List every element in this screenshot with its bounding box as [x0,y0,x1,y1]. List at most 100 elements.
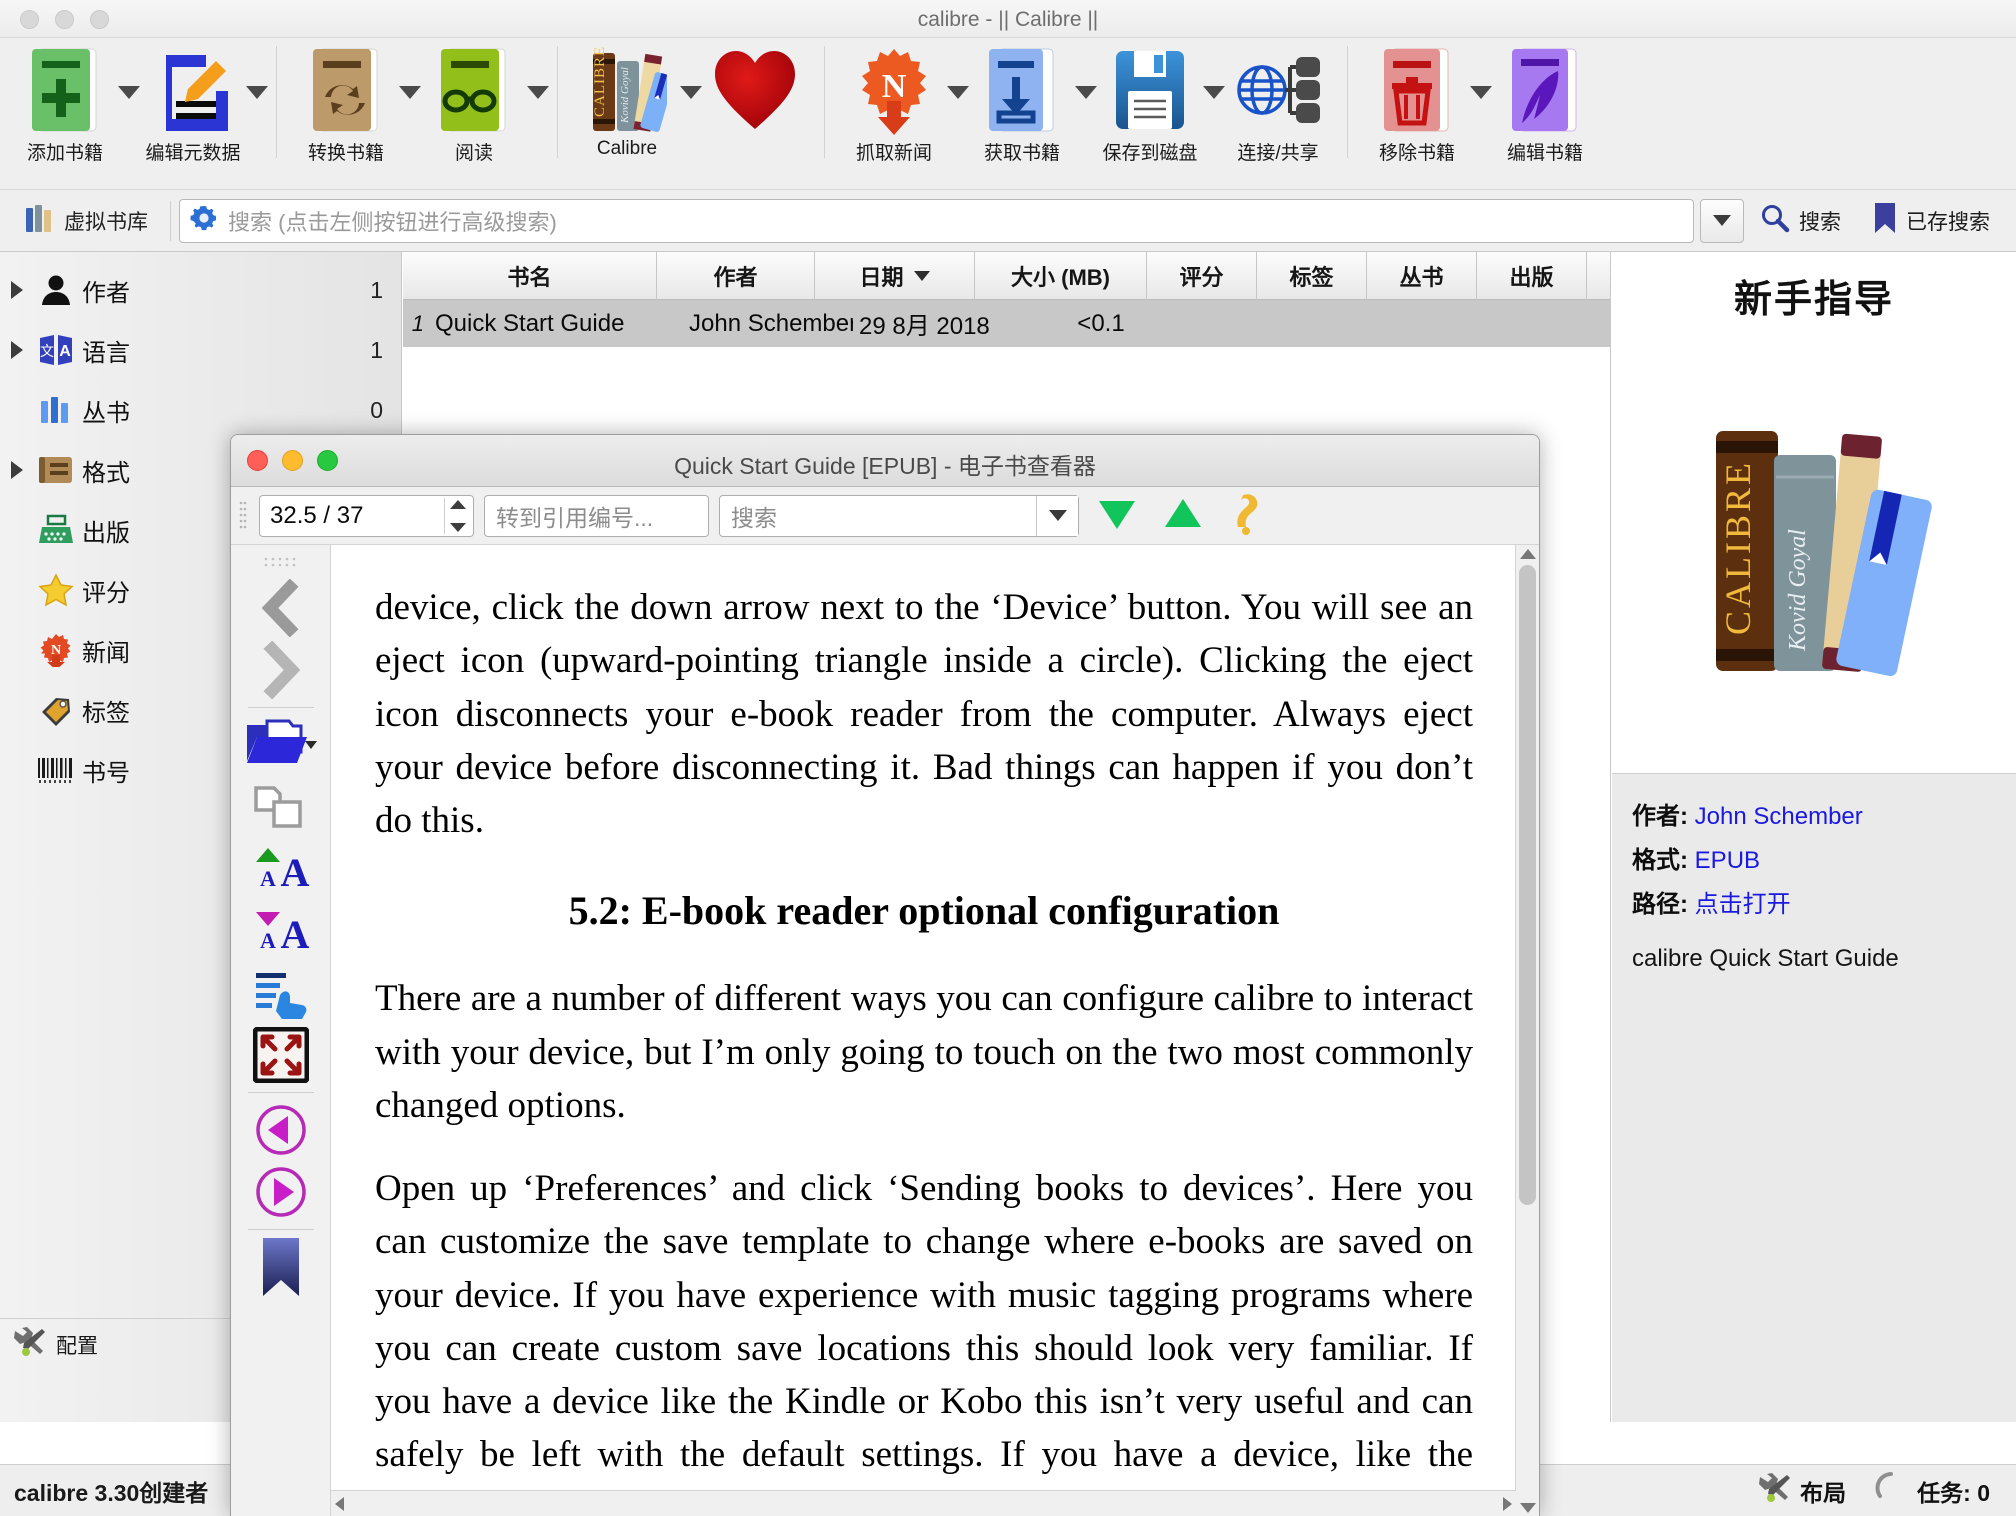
toolbar-donate[interactable] [698,38,812,138]
toolbar-edit-metadata[interactable]: 编辑元数据 [136,38,250,165]
horizontal-scrollbar[interactable] [331,1490,1516,1516]
detail-value-path[interactable]: 点击打开 [1695,891,1791,918]
goto-reference-input[interactable]: 转到引用编号... [484,494,709,537]
previous-section-button[interactable] [231,1099,331,1161]
gear-icon[interactable] [190,204,218,237]
virtual-library-button[interactable]: 虚拟书库 [10,202,162,239]
spin-up-icon[interactable] [449,499,466,509]
scroll-right-icon[interactable] [1503,1496,1512,1511]
column-header-size[interactable]: 大小 (MB) [975,252,1147,300]
author-icon [30,273,82,307]
viewer-search-input[interactable]: 搜索 [719,494,1079,537]
edit-metadata-dropdown-caret[interactable] [246,86,268,99]
toolbar-label: 阅读 [454,143,493,164]
bookmark-button[interactable] [231,1236,331,1298]
svg-text:N: N [882,68,907,105]
jobs-indicator[interactable]: 任务: 0 [1874,1471,1990,1510]
viewer-search-dropdown-button[interactable] [1036,495,1078,536]
ebook-content-area[interactable]: device, click the down arrow next to the… [331,545,1515,1516]
toolbar-fetch-news[interactable]: N 抓取新闻 [837,38,951,165]
toolbar-add-books[interactable]: 添加书籍 [8,38,122,165]
spinbox-arrows[interactable] [444,497,470,534]
expand-arrow-icon[interactable] [4,461,30,479]
svg-text:Kovid Goyal: Kovid Goyal [619,67,631,124]
search-history-dropdown-button[interactable] [1700,198,1744,243]
toolbar-label: 连接/共享 [1237,143,1319,164]
toolbar-save-to-disk[interactable]: 保存到磁盘 [1093,38,1207,165]
fullscreen-button[interactable] [231,1024,331,1086]
next-section-button[interactable] [231,1161,331,1223]
search-input[interactable]: 搜索 (点击左侧按钮进行高级搜索) [179,198,1694,243]
book-cover[interactable]: 新手指导 CALIBRE Kovid Goyal [1612,252,2016,774]
toolbar-calibre-library[interactable]: CALIBRE Kovid Goyal Calibre [570,38,684,160]
layout-label: 布局 [1800,1479,1847,1506]
chevron-down-icon [1713,215,1731,226]
scrollbar-thumb[interactable] [1519,565,1536,1205]
sidebar-item-authors[interactable]: 作者 1 [0,260,401,320]
toolbar-separator [824,46,825,158]
copy-button[interactable] [231,776,331,838]
column-header-rating[interactable]: 评分 [1147,252,1257,300]
svg-text:A: A [280,850,309,894]
reference-mode-button[interactable] [1221,491,1273,540]
table-of-contents-button[interactable] [231,962,331,1024]
format-icon [30,454,82,486]
find-next-button[interactable] [1089,493,1145,538]
toolbar-label: 添加书籍 [26,143,103,164]
svg-text:CALIBRE: CALIBRE [592,46,608,117]
column-header-title[interactable]: 书名 [403,252,657,300]
search-button[interactable]: 搜索 [1744,203,1857,238]
open-ebook-button[interactable] [231,714,331,776]
sidebar-item-count: 0 [370,396,383,423]
column-label: 出版 [1509,265,1554,290]
expand-arrow-icon[interactable] [4,341,30,359]
toolbar-convert-books[interactable]: 转换书籍 [289,38,403,165]
column-header-publisher[interactable]: 出版 [1477,252,1587,300]
scroll-down-icon[interactable] [1520,1503,1536,1513]
cell-size: <0.1 [1077,309,1125,337]
expand-arrow-icon[interactable] [4,281,30,299]
scroll-up-icon[interactable] [1520,549,1536,559]
scroll-left-icon[interactable] [335,1496,344,1511]
toolbar-connect-share[interactable]: 连接/共享 [1221,38,1335,165]
toolbar-label: 获取书籍 [983,143,1060,164]
column-header-date[interactable]: 日期 [815,252,975,300]
sidebar-drag-handle[interactable] [261,555,301,573]
svg-text:A: A [260,928,276,953]
toolbar-view-book[interactable]: 阅读 [417,38,531,165]
toolbar-edit-book[interactable]: 编辑书籍 [1488,38,1602,165]
toolbar-get-books[interactable]: 获取书籍 [965,38,1079,165]
vertical-scrollbar[interactable] [1515,545,1539,1516]
main-window-titlebar: calibre - || Calibre || [0,0,2016,38]
decrease-font-button[interactable]: A A [231,900,331,962]
series-icon [30,393,82,427]
cell-author: John Schember [689,309,853,337]
column-header-series[interactable]: 丛书 [1367,252,1477,300]
sidebar-item-label: 语言 [82,339,130,367]
saved-search-button[interactable]: 已存搜索 [1857,202,2006,239]
svg-text:Kovid Goyal: Kovid Goyal [1785,529,1811,652]
detail-value-format[interactable]: EPUB [1695,847,1760,874]
viewer-search-wrap: 搜索 [719,494,1079,537]
find-previous-button[interactable] [1155,493,1211,538]
forward-button[interactable] [231,639,331,701]
sidebar-item-languages[interactable]: 文 A 语言 1 [0,320,401,380]
column-label: 评分 [1179,265,1224,290]
detail-value-author[interactable]: John Schember [1695,803,1863,830]
sidebar-item-series[interactable]: 丛书 0 [0,380,401,440]
back-button[interactable] [231,577,331,639]
table-row[interactable]: 1 Quick Start Guide John Schember 29 8月 … [403,300,1610,347]
toolbar-drag-handle[interactable] [239,501,249,531]
view-dropdown-caret[interactable] [527,86,549,99]
add-book-icon [28,44,102,136]
column-header-tags[interactable]: 标签 [1257,252,1367,300]
column-header-author[interactable]: 作者 [657,252,815,300]
spin-down-icon[interactable] [449,522,466,532]
toolbar-label: 编辑元数据 [145,143,241,164]
page-position-value: 32.5 / 37 [270,501,364,529]
increase-font-button[interactable]: A A [231,838,331,900]
page-position-spinbox[interactable]: 32.5 / 37 [259,494,474,537]
search-icon [1760,203,1790,238]
layout-button[interactable]: 布局 [1757,1473,1846,1508]
toolbar-remove-books[interactable]: 移除书籍 [1360,38,1474,165]
